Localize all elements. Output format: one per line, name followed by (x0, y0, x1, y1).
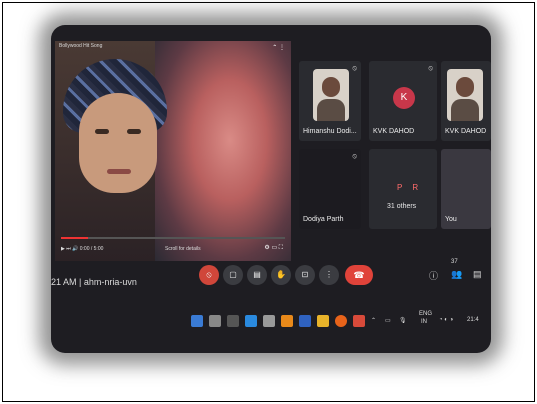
mic-off-icon: ⦸ (352, 153, 357, 160)
video-settings-icons[interactable]: ⚙ ▭ ⛶ (264, 244, 283, 252)
firefox-icon[interactable] (335, 315, 347, 327)
captions-button[interactable]: ▤ (247, 265, 267, 285)
present-button[interactable]: ⊡ (295, 265, 315, 285)
mic-icon[interactable]: 🎙 (399, 317, 407, 324)
others-initials: P R (397, 183, 423, 192)
meeting-code: ahm-nria-uvn (83, 277, 137, 287)
device-icon[interactable]: ▭ (385, 317, 391, 324)
avatar: K (393, 87, 415, 109)
folder-icon[interactable] (317, 315, 329, 327)
windows-start-icon[interactable] (191, 315, 203, 327)
video-time: ▶ ⏭ 🔊 0:00 / 5:00 (61, 246, 104, 252)
more-options-button[interactable]: ⋮ (319, 265, 339, 285)
app-icon[interactable] (299, 315, 311, 327)
participant-name: KVK DAHOD (373, 128, 415, 135)
wifi-icon[interactable]: ◔ ◐ ◑ (439, 317, 453, 323)
others-count: 31 others (387, 203, 417, 210)
video-progress-fill (61, 237, 88, 239)
tile-others[interactable]: P R 31 others (369, 149, 437, 229)
right-eye (127, 129, 141, 134)
face (79, 93, 157, 193)
participant-name: Dodiya Parth (303, 216, 344, 223)
clock: 21:4 (467, 317, 479, 323)
file-icon[interactable] (263, 315, 275, 327)
tile-you[interactable]: You (441, 149, 491, 229)
left-eye (95, 129, 109, 134)
mic-toggle-button[interactable]: ⦸ (199, 265, 219, 285)
mic-off-icon: ⦸ (428, 65, 433, 72)
participant-photo (313, 69, 349, 121)
chat-app-icon[interactable] (245, 315, 257, 327)
chat-icon[interactable]: ▤ (473, 269, 482, 280)
video-progress-bar[interactable] (61, 237, 285, 239)
shared-video[interactable]: Bollywood Hit Song ⌃ ⋮ ▶ ⏭ 🔊 0:00 / 5:00… (55, 41, 291, 261)
video-right-panel (155, 41, 291, 261)
tile-kvk-dahod-2[interactable]: KVK DAHOD (441, 61, 491, 141)
tile-kvk-dahod-1[interactable]: K ⦸ KVK DAHOD (369, 61, 437, 141)
document-icon[interactable] (353, 315, 365, 327)
search-icon[interactable] (209, 315, 221, 327)
tile-himanshu[interactable]: ⦸ Himanshu Dodi... (299, 61, 361, 141)
mouth (107, 169, 131, 174)
video-top-icons[interactable]: ⌃ ⋮ (272, 44, 285, 51)
language-top: ENG (419, 311, 433, 317)
screen-photo: Bollywood Hit Song ⌃ ⋮ ▶ ⏭ 🔊 0:00 / 5:00… (51, 25, 491, 353)
vlc-icon[interactable] (281, 315, 293, 327)
people-count: 37 (451, 259, 458, 265)
participant-name: You (445, 216, 457, 223)
task-view-icon[interactable] (227, 315, 239, 327)
video-time-text: 0:00 / 5:00 (79, 246, 104, 252)
language-bottom: IN (421, 319, 427, 325)
participant-name: KVK DAHOD (445, 128, 487, 135)
video-title: Bollywood Hit Song (59, 43, 103, 49)
tile-dodiya-parth[interactable]: ⦸ Dodiya Parth (299, 149, 361, 229)
info-icon[interactable]: ⓘ (429, 269, 438, 282)
raise-hand-button[interactable]: ✋ (271, 265, 291, 285)
mic-off-icon: ⦸ (352, 65, 357, 72)
video-scroll-hint: Scroll for details (165, 246, 201, 252)
meeting-info: 21 AM | ahm-nria-uvn (51, 277, 137, 287)
participant-name: Himanshu Dodi... (303, 128, 357, 135)
chevron-up-icon[interactable]: ⌃ (371, 317, 376, 324)
people-icon[interactable]: 👥 (451, 269, 462, 280)
participant-photo (447, 69, 483, 121)
camera-toggle-button[interactable]: ▢ (223, 265, 243, 285)
meeting-time: 21 AM (51, 277, 77, 287)
end-call-button[interactable]: ☎ (345, 265, 373, 285)
document-frame: Bollywood Hit Song ⌃ ⋮ ▶ ⏭ 🔊 0:00 / 5:00… (2, 2, 535, 402)
